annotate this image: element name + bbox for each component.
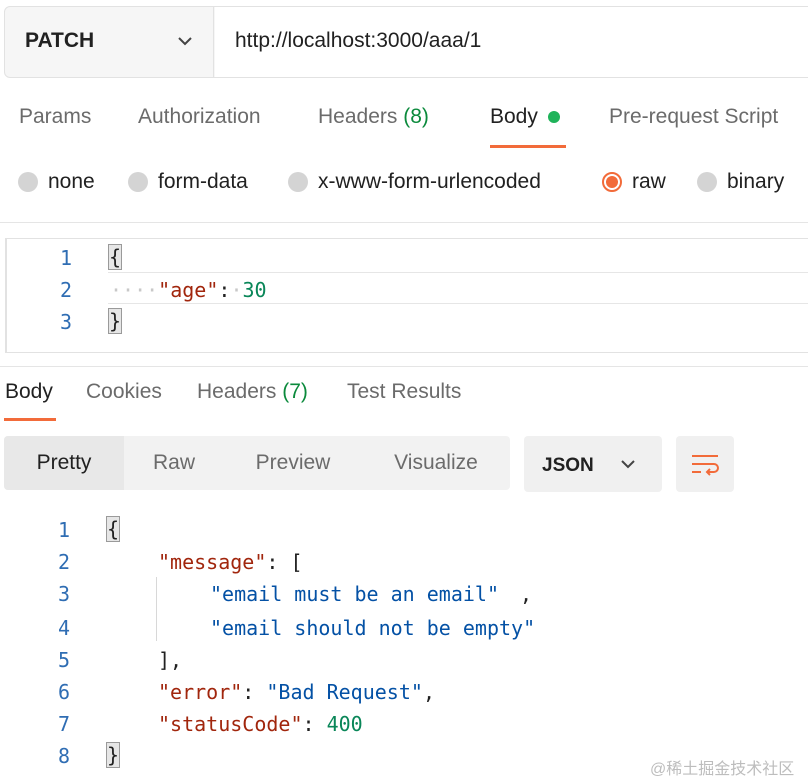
json-colon: : bbox=[242, 680, 267, 704]
tab-params[interactable]: Params bbox=[19, 105, 91, 129]
line-number: 8 bbox=[57, 744, 70, 768]
radio-label: form-data bbox=[158, 170, 248, 193]
view-mode-bar: Pretty Raw Preview Visualize bbox=[4, 436, 510, 490]
tab-body[interactable]: Body bbox=[490, 105, 560, 129]
tab-headers-label: Headers bbox=[318, 105, 398, 128]
active-tab-underline bbox=[490, 145, 566, 148]
line-number: 2 bbox=[57, 550, 70, 574]
open-brace: { bbox=[106, 516, 121, 542]
json-key: "error" bbox=[158, 680, 243, 704]
json-key: "age" bbox=[158, 278, 219, 302]
url-input[interactable]: http://localhost:3000/aaa/1 bbox=[215, 7, 808, 77]
mode-preview[interactable]: Preview bbox=[224, 436, 362, 490]
tab-authorization[interactable]: Authorization bbox=[138, 105, 261, 129]
json-key: "message" bbox=[158, 550, 267, 574]
line-number: 3 bbox=[59, 310, 72, 334]
mode-raw[interactable]: Raw bbox=[124, 436, 224, 490]
tab-headers-count: (8) bbox=[403, 105, 429, 128]
radio-urlencoded[interactable]: x-www-form-urlencoded bbox=[288, 170, 541, 194]
url-text: http://localhost:3000/aaa/1 bbox=[235, 29, 482, 52]
radio-label: raw bbox=[632, 170, 666, 193]
radio-dot-selected bbox=[602, 172, 622, 192]
json-colon: : bbox=[218, 278, 231, 302]
radio-dot bbox=[288, 172, 308, 192]
tab-headers[interactable]: Headers (8) bbox=[318, 105, 429, 129]
radio-label: none bbox=[48, 170, 95, 193]
json-punct: ], bbox=[158, 648, 183, 672]
radio-dot bbox=[697, 172, 717, 192]
response-tab-body[interactable]: Body bbox=[5, 380, 53, 404]
divider bbox=[0, 366, 808, 367]
json-comma: , bbox=[520, 582, 533, 606]
line-number: 3 bbox=[57, 582, 70, 606]
mode-pretty[interactable]: Pretty bbox=[4, 436, 124, 490]
chevron-down-icon bbox=[178, 37, 192, 46]
json-number: 30 bbox=[242, 278, 267, 302]
wrap-lines-icon bbox=[692, 455, 719, 476]
indent-guide bbox=[156, 577, 157, 641]
chevron-down-icon bbox=[621, 460, 635, 469]
tab-prerequest-script[interactable]: Pre-request Script bbox=[609, 105, 778, 129]
space-mark: · bbox=[230, 278, 243, 302]
code-line: ····"age":·30 bbox=[110, 278, 267, 302]
json-number: 400 bbox=[326, 712, 363, 736]
method-label: PATCH bbox=[25, 29, 95, 52]
close-brace: } bbox=[108, 308, 123, 334]
code-line: "statusCode": 400 bbox=[158, 712, 363, 736]
line-number: 1 bbox=[57, 518, 70, 542]
response-tab-cookies[interactable]: Cookies bbox=[86, 380, 162, 404]
format-select[interactable]: JSON bbox=[524, 436, 662, 492]
line-number: 7 bbox=[57, 712, 70, 736]
radio-dot bbox=[128, 172, 148, 192]
tab-body-label: Body bbox=[490, 105, 538, 128]
line-number: 2 bbox=[59, 278, 72, 302]
line-number: 1 bbox=[59, 246, 72, 270]
line-number: 5 bbox=[57, 648, 70, 672]
active-tab-underline bbox=[4, 418, 56, 421]
mode-visualize[interactable]: Visualize bbox=[362, 436, 510, 490]
method-select[interactable]: PATCH bbox=[5, 7, 214, 77]
json-colon: : bbox=[302, 712, 327, 736]
code-line: "message": [ bbox=[158, 550, 303, 574]
radio-label: binary bbox=[727, 170, 785, 193]
indent-marks: ···· bbox=[110, 278, 159, 302]
radio-dot bbox=[18, 172, 38, 192]
json-punct: : [ bbox=[266, 550, 303, 574]
wrap-lines-button[interactable] bbox=[676, 436, 734, 492]
code-line: "error": "Bad Request", bbox=[158, 680, 435, 704]
close-brace: } bbox=[106, 742, 121, 768]
json-string: "email must be an email" bbox=[210, 582, 499, 606]
radio-binary[interactable]: binary bbox=[697, 170, 784, 194]
format-label: JSON bbox=[542, 455, 594, 476]
response-tab-test-results[interactable]: Test Results bbox=[347, 380, 461, 404]
request-bar: PATCH http://localhost:3000/aaa/1 bbox=[4, 6, 808, 78]
json-string: "Bad Request" bbox=[266, 680, 423, 704]
line-number: 4 bbox=[57, 616, 70, 640]
line-number: 6 bbox=[57, 680, 70, 704]
divider bbox=[0, 222, 808, 223]
radio-form-data[interactable]: form-data bbox=[128, 170, 248, 194]
watermark: @稀土掘金技术社区 bbox=[650, 761, 795, 778]
radio-label: x-www-form-urlencoded bbox=[318, 170, 541, 193]
body-active-dot bbox=[547, 111, 560, 124]
json-comma: , bbox=[422, 680, 435, 704]
response-tab-headers[interactable]: Headers (7) bbox=[197, 380, 308, 404]
open-brace: { bbox=[108, 244, 123, 270]
json-key: "statusCode" bbox=[158, 712, 303, 736]
radio-none[interactable]: none bbox=[18, 170, 95, 194]
radio-raw[interactable]: raw bbox=[602, 170, 666, 194]
json-string: "email should not be empty" bbox=[210, 616, 536, 640]
response-tab-headers-count: (7) bbox=[282, 380, 308, 403]
response-tab-headers-label: Headers bbox=[197, 380, 277, 403]
